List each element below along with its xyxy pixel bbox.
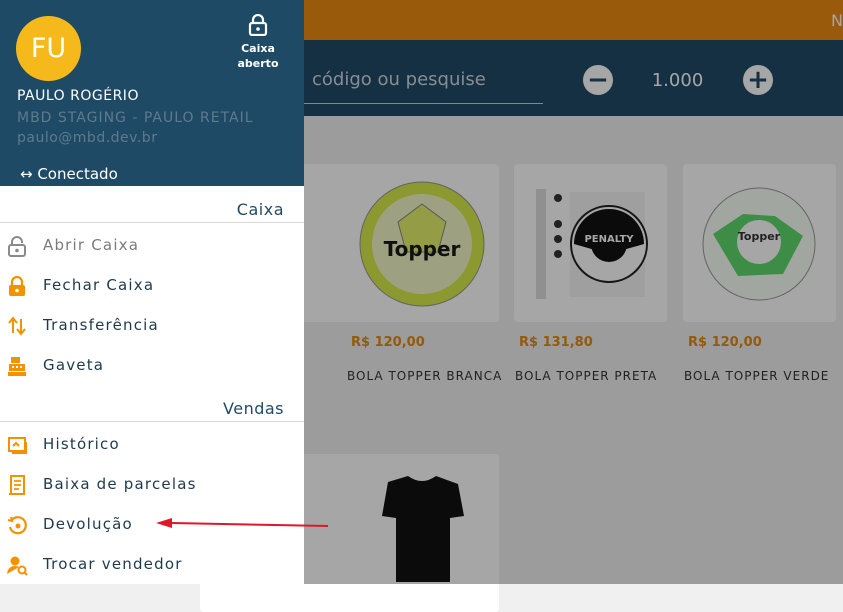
- menu-item-label: Transferência: [43, 316, 159, 334]
- menu-item-historico[interactable]: Histórico: [0, 425, 304, 463]
- user-email: paulo@mbd.dev.br: [17, 130, 158, 146]
- menu-item-gaveta[interactable]: Gaveta: [0, 346, 304, 384]
- connection-status: ↔ Conectado: [20, 165, 118, 183]
- section-title-vendas: Vendas: [223, 399, 284, 418]
- menu-item-baixa-de-parcelas[interactable]: Baixa de parcelas: [0, 465, 304, 503]
- user-name: PAULO ROGÉRIO: [17, 88, 139, 104]
- drawer-header: FU Caixa aberto PAULO ROGÉRIO MBD STAGIN…: [0, 0, 304, 186]
- menu-item-fechar-caixa[interactable]: Fechar Caixa: [0, 266, 304, 304]
- menu-item-label: Gaveta: [43, 356, 105, 374]
- register-status-line1: Caixa: [241, 42, 275, 55]
- lock-icon: [9, 275, 25, 296]
- menu-item-trocar-vendedor[interactable]: Trocar vendedor: [0, 545, 304, 583]
- section-title-caixa: Caixa: [236, 200, 284, 219]
- menu-item-label: Abrir Caixa: [43, 236, 140, 254]
- cash-register-icon: [8, 357, 26, 376]
- transfer-icon: [8, 316, 26, 336]
- annotation-arrow-icon: [156, 518, 329, 528]
- register-status: Caixa aberto: [234, 13, 282, 71]
- menu-item-abrir-caixa[interactable]: Abrir Caixa: [0, 226, 304, 264]
- menu-item-label: Histórico: [43, 435, 120, 453]
- company-name: MBD STAGING - PAULO RETAIL: [17, 110, 254, 126]
- menu-item-label: Fechar Caixa: [43, 276, 155, 294]
- return-icon: [7, 516, 27, 535]
- history-icon: [8, 437, 27, 454]
- user-search-icon: [7, 556, 28, 576]
- register-status-line2: aberto: [237, 57, 279, 70]
- avatar: FU: [16, 16, 81, 81]
- side-drawer: FU Caixa aberto PAULO ROGÉRIO MBD STAGIN…: [0, 0, 304, 584]
- divider: [0, 421, 304, 422]
- lock-icon: [248, 13, 268, 37]
- divider: [0, 222, 304, 223]
- menu-item-label: Devolução: [43, 515, 133, 533]
- menu-item-label: Trocar vendedor: [43, 555, 183, 573]
- receipt-icon: [9, 475, 25, 495]
- lock-open-icon: [8, 236, 26, 257]
- menu-item-transferencia[interactable]: Transferência: [0, 306, 304, 344]
- menu-item-label: Baixa de parcelas: [43, 475, 197, 493]
